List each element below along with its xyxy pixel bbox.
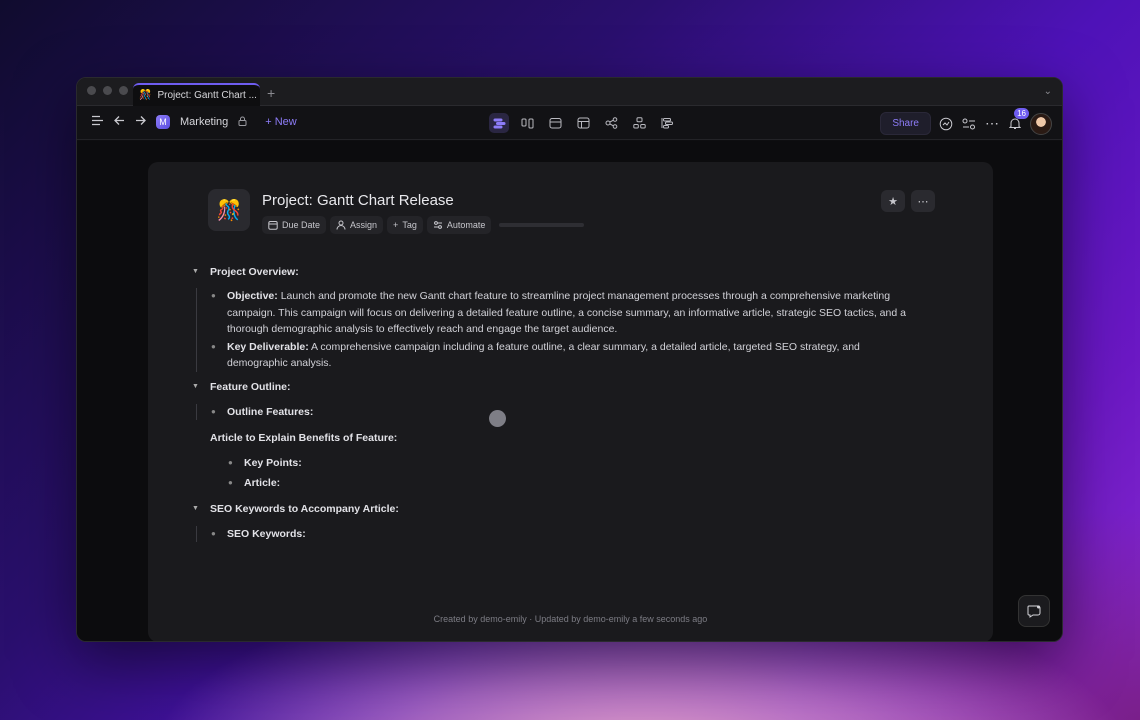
favorite-star-button[interactable]: ★ xyxy=(881,190,905,212)
section-heading[interactable]: Project Overview: xyxy=(210,264,299,281)
document-card: 🎊 Project: Gantt Chart Release Due Date … xyxy=(148,162,993,641)
back-arrow-icon[interactable] xyxy=(114,115,125,129)
item-label: Outline Features: xyxy=(227,405,314,418)
tab-project[interactable]: 🎊 Project: Gantt Chart ... xyxy=(133,83,260,106)
bullet-icon: ● xyxy=(228,457,233,467)
list-item[interactable]: ● Article: xyxy=(228,475,912,492)
main-content: 🎊 Project: Gantt Chart Release Due Date … xyxy=(77,141,1062,641)
document-more-button[interactable]: ⋯ xyxy=(911,190,935,212)
view-orgchart-button[interactable] xyxy=(629,113,649,133)
bullet-icon: ● xyxy=(228,478,233,487)
lock-icon xyxy=(238,116,247,129)
calendar-icon xyxy=(268,221,278,230)
notification-badge: 16 xyxy=(1014,107,1029,119)
mindmap-view-icon xyxy=(605,117,617,129)
caret-down-icon[interactable]: ▼ xyxy=(192,379,210,396)
property-bar: Due Date Assign + Tag Automate xyxy=(262,216,585,234)
list-item[interactable]: ● Objective: Launch and promote the new … xyxy=(211,288,912,338)
tag-button[interactable]: + Tag xyxy=(387,216,423,234)
activity-icon[interactable] xyxy=(938,116,954,132)
timeline-view-icon xyxy=(661,118,673,129)
view-board-button[interactable] xyxy=(517,113,537,133)
automate-button[interactable]: Automate xyxy=(426,216,492,234)
document-footer: Created by demo-emily · Updated by demo-… xyxy=(433,614,708,624)
close-window-button[interactable] xyxy=(87,86,96,95)
calendar-view-icon xyxy=(549,118,561,129)
app-window: 🎊 Project: Gantt Chart ... + ⌄ M Marketi… xyxy=(76,77,1063,642)
item-label: Key Deliverable: xyxy=(227,340,309,353)
due-date-label: Due Date xyxy=(282,220,321,230)
outline-section: ▼ SEO Keywords to Accompany Article: ● S… xyxy=(192,501,912,543)
document-emoji-icon[interactable]: 🎊 xyxy=(208,189,250,231)
list-item[interactable]: ● Outline Features: xyxy=(211,404,912,421)
list-item[interactable]: ● Key Points: xyxy=(228,455,912,472)
assign-label: Assign xyxy=(350,220,378,230)
plus-icon: + xyxy=(393,220,399,230)
caret-down-icon[interactable]: ▼ xyxy=(192,264,210,281)
automate-label: Automate xyxy=(446,220,486,230)
workspace-name[interactable]: Marketing xyxy=(180,116,228,128)
list-item[interactable]: ● Key Deliverable: A comprehensive campa… xyxy=(211,339,912,372)
workspace-icon[interactable]: M xyxy=(156,115,170,129)
table-view-icon xyxy=(577,117,589,129)
item-label: Key Points: xyxy=(244,456,302,469)
tab-title: Project: Gantt Chart ... xyxy=(157,90,257,101)
bullet-icon: ● xyxy=(211,341,216,351)
caret-down-icon[interactable]: ▼ xyxy=(192,501,210,518)
item-text: Launch and promote the new Gantt chart f… xyxy=(227,290,906,335)
plus-icon: + xyxy=(265,116,272,128)
bullet-icon: ● xyxy=(211,406,216,416)
tab-bar: 🎊 Project: Gantt Chart ... + ⌄ xyxy=(77,78,1062,106)
outline-section: Article to Explain Benefits of Feature: … xyxy=(192,430,912,492)
due-date-button[interactable]: Due Date xyxy=(262,216,327,234)
chevron-down-icon[interactable]: ⌄ xyxy=(1044,86,1052,97)
view-outline-button[interactable] xyxy=(489,113,509,133)
list-item[interactable]: ● SEO Keywords: xyxy=(211,526,912,543)
person-icon xyxy=(336,220,346,230)
outline-section: ▼ Feature Outline: ● Outline Features: xyxy=(192,379,912,421)
view-mindmap-button[interactable] xyxy=(601,113,621,133)
section-heading[interactable]: Feature Outline: xyxy=(210,379,291,396)
new-button[interactable]: + New xyxy=(265,116,296,128)
chat-icon xyxy=(1027,605,1040,618)
orgchart-view-icon xyxy=(632,117,646,129)
page-title[interactable]: Project: Gantt Chart Release xyxy=(262,192,454,209)
outline-section: ▼ Project Overview: ● Objective: Launch … xyxy=(192,264,912,372)
user-avatar[interactable] xyxy=(1030,112,1052,135)
mouse-cursor-indicator xyxy=(489,410,506,427)
board-view-icon xyxy=(521,118,533,128)
more-options-icon[interactable]: ⋯ xyxy=(984,115,1000,132)
view-calendar-button[interactable] xyxy=(545,113,565,133)
item-text: A comprehensive campaign including a fea… xyxy=(227,340,860,370)
forward-arrow-icon[interactable] xyxy=(135,115,146,129)
progress-bar xyxy=(499,223,585,227)
assign-button[interactable]: Assign xyxy=(330,216,384,234)
notification-bell-icon[interactable]: 16 xyxy=(1007,107,1029,132)
add-tab-icon[interactable]: + xyxy=(267,85,275,101)
item-label: Objective: xyxy=(227,290,278,302)
view-timeline-button[interactable] xyxy=(657,113,677,133)
share-button[interactable]: Share xyxy=(880,112,931,135)
automate-icon xyxy=(433,221,442,229)
new-button-label: New xyxy=(274,116,297,128)
sidebar-toggle-icon[interactable] xyxy=(91,115,104,129)
bullet-icon: ● xyxy=(211,528,216,538)
item-label: Article: xyxy=(244,477,281,489)
outline-view-icon xyxy=(493,118,505,128)
view-switcher xyxy=(489,113,677,133)
tag-label: Tag xyxy=(402,220,417,230)
window-controls xyxy=(87,86,128,95)
top-toolbar: M Marketing + New Share ⋯ 16 xyxy=(77,106,1062,140)
item-label: SEO Keywords: xyxy=(227,527,306,540)
bullet-icon: ● xyxy=(211,291,216,300)
minimize-window-button[interactable] xyxy=(103,86,112,95)
section-heading[interactable]: SEO Keywords to Accompany Article: xyxy=(210,501,399,518)
view-table-button[interactable] xyxy=(573,113,593,133)
filter-settings-icon[interactable] xyxy=(961,116,977,132)
document-outline: ▼ Project Overview: ● Objective: Launch … xyxy=(192,264,912,550)
section-heading[interactable]: Article to Explain Benefits of Feature: xyxy=(210,430,912,447)
maximize-window-button[interactable] xyxy=(119,86,128,95)
chat-help-button[interactable] xyxy=(1018,595,1050,627)
tab-emoji-icon: 🎊 xyxy=(139,90,152,101)
